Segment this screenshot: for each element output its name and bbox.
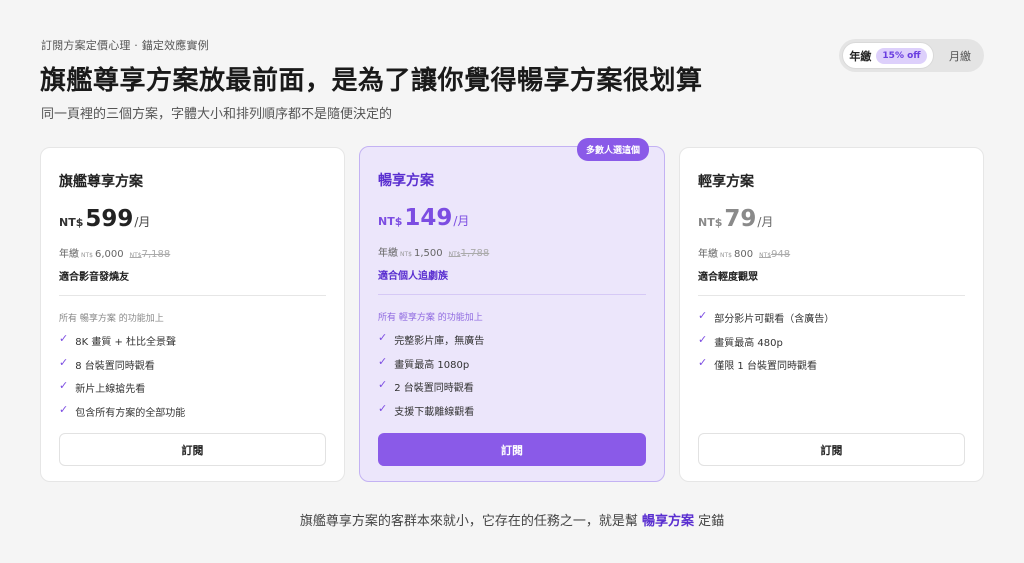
yearly-price: 年繳 NT$ 1,500 NT$1,788 [378,244,489,259]
yearly-prefix: 年繳 [698,249,718,260]
plan-name: 暢享方案 [378,173,434,189]
billing-toggle: 年繳 15% off 月繳 [839,39,984,72]
yearly-original-currency: NT$ [129,252,142,259]
feature-item: ✓ 8 台裝置同時觀看 [59,357,185,381]
divider [59,295,326,296]
feature-text: 完整影片庫，無廣告 [394,336,485,347]
check-icon: ✓ [698,332,708,346]
yearly-currency: NT$ [400,251,412,258]
yearly-price: 年繳 NT$ 800 NT$948 [698,245,790,260]
yearly-currency: NT$ [81,252,93,259]
feature-item: ✓ 包含所有方案的全部功能 [59,404,185,428]
feature-list: ✓ 完整影片庫，無廣告 ✓ 畫質最高 1080p ✓ 2 台裝置同時觀看 ✓ 支援下載離… [378,332,484,427]
price-amount: 599 [85,206,134,232]
feature-item: ✓ 完整影片庫，無廣告 [378,332,484,356]
plan-name: 旗艦尊享方案 [59,174,143,190]
check-icon: ✓ [59,379,69,393]
feature-item: ✓ 畫質最高 1080p [378,356,484,380]
feature-text: 畫質最高 480p [714,337,783,349]
check-icon: ✓ [59,403,69,417]
yearly-amount: 800 [733,249,754,260]
plan-includes-note: 所有 輕享方案 的功能加上 [378,313,483,323]
yearly-currency: NT$ [720,252,732,259]
feature-item: ✓ 8K 畫質 + 杜比全景聲 [59,333,185,357]
plan-price: NT$ 149 /月 [378,205,469,231]
price-period: /月 [453,214,470,228]
yearly-prefix: 年繳 [378,248,398,259]
price-currency: NT$ [59,216,84,229]
subscribe-button-standard[interactable]: 訂閱 [378,433,646,466]
check-icon: ✓ [59,332,69,345]
price-period: /月 [757,215,774,229]
yearly-price: 年繳 NT$ 6,000 NT$7,188 [59,245,170,260]
discount-badge: 15% off [876,47,927,64]
feature-list: ✓ 部分影片可觀看（含廣告） ✓ 畫質最高 480p ✓ 僅限 1 台裝置同時觀看 [698,310,834,381]
feature-text: 支援下載離線觀看 [394,407,475,419]
price-currency: NT$ [698,216,723,229]
plan-includes-note: 所有 暢享方案 的功能加上 [59,314,164,324]
page-subtitle: 同一頁裡的三個方案，字體大小和排列順序都不是隨便決定的 [41,107,393,122]
check-icon: ✓ [378,378,388,392]
check-icon: ✓ [698,309,708,322]
yearly-prefix: 年繳 [59,249,79,260]
yearly-amount: 1,500 [413,248,443,259]
page-title: 旗艦尊享方案放最前面，是為了讓你覺得暢享方案很划算 [40,66,703,96]
eyebrow-label: 訂閱方案定價心理 · 錨定效應實例 [41,39,209,52]
yearly-original-currency: NT$ [759,252,772,259]
price-amount: 149 [404,205,453,231]
footer-text-before: 旗艦尊享方案的客群本來就小，它存在的任務之一，就是幫 [299,514,638,529]
subscribe-button-flagship[interactable]: 訂閱 [59,433,326,466]
billing-monthly-option[interactable]: 月繳 [939,42,981,69]
plan-audience: 適合個人追劇族 [378,271,448,282]
feature-item: ✓ 2 台裝置同時觀看 [378,379,484,403]
billing-yearly-label: 年繳 [849,49,872,63]
plan-card-lite: 輕享方案 NT$ 79 /月 年繳 NT$ 800 NT$948 適合輕度觀眾 … [679,147,984,482]
feature-text: 畫質最高 1080p [394,359,470,371]
yearly-amount: 6,000 [94,249,124,260]
feature-text: 僅限 1 台裝置同時觀看 [714,361,817,373]
feature-item: ✓ 新片上線搶先看 [59,380,185,404]
feature-text: 部分影片可觀看（含廣告） [714,314,835,325]
feature-text: 8 台裝置同時觀看 [75,360,155,372]
feature-item: ✓ 部分影片可觀看（含廣告） [698,310,834,334]
billing-yearly-option[interactable]: 年繳 15% off [842,42,934,69]
divider [698,295,965,296]
price-period: /月 [134,215,151,229]
plan-price: NT$ 79 /月 [698,206,773,232]
feature-text: 8K 畫質 + 杜比全景聲 [75,337,177,348]
check-icon: ✓ [59,355,69,369]
feature-item: ✓ 僅限 1 台裝置同時觀看 [698,357,834,381]
plan-audience: 適合輕度觀眾 [698,272,758,283]
check-icon: ✓ [378,354,388,368]
plan-audience: 適合影音發燒友 [59,272,129,283]
yearly-original-amount: 948 [771,249,791,260]
feature-text: 包含所有方案的全部功能 [75,408,186,420]
plan-card-flagship: 旗艦尊享方案 NT$ 599 /月 年繳 NT$ 6,000 NT$7,188 … [40,147,345,482]
yearly-original-amount: 1,788 [460,248,490,259]
price-amount: 79 [724,206,757,232]
check-icon: ✓ [698,356,708,370]
footer-text-after: 定錨 [698,514,725,529]
yearly-original-amount: 7,188 [141,249,171,260]
yearly-original-price: NT$948 [759,249,790,260]
feature-text: 2 台裝置同時觀看 [394,383,474,395]
plan-name: 輕享方案 [698,174,754,190]
feature-item: ✓ 支援下載離線觀看 [378,403,484,427]
price-currency: NT$ [378,215,403,228]
feature-text: 新片上線搶先看 [75,384,146,396]
yearly-original-currency: NT$ [448,251,461,258]
check-icon: ✓ [378,331,388,344]
footer-highlight: 暢享方案 [641,514,694,529]
popular-badge: 多數人選這個 [576,138,649,161]
feature-list: ✓ 8K 畫質 + 杜比全景聲 ✓ 8 台裝置同時觀看 ✓ 新片上線搶先看 ✓ 包含所有… [59,333,185,428]
divider [378,294,646,295]
feature-item: ✓ 畫質最高 480p [698,334,834,358]
plan-price: NT$ 599 /月 [59,206,150,232]
subscribe-button-lite[interactable]: 訂閱 [698,433,965,466]
footer-note: 旗艦尊享方案的客群本來就小，它存在的任務之一，就是幫 暢享方案 定錨 [0,510,1024,529]
yearly-original-price: NT$7,188 [130,249,171,260]
plan-card-standard: 多數人選這個 暢享方案 NT$ 149 /月 年繳 NT$ 1,500 NT$1… [359,138,665,482]
yearly-original-price: NT$1,788 [449,248,490,259]
check-icon: ✓ [378,402,388,416]
